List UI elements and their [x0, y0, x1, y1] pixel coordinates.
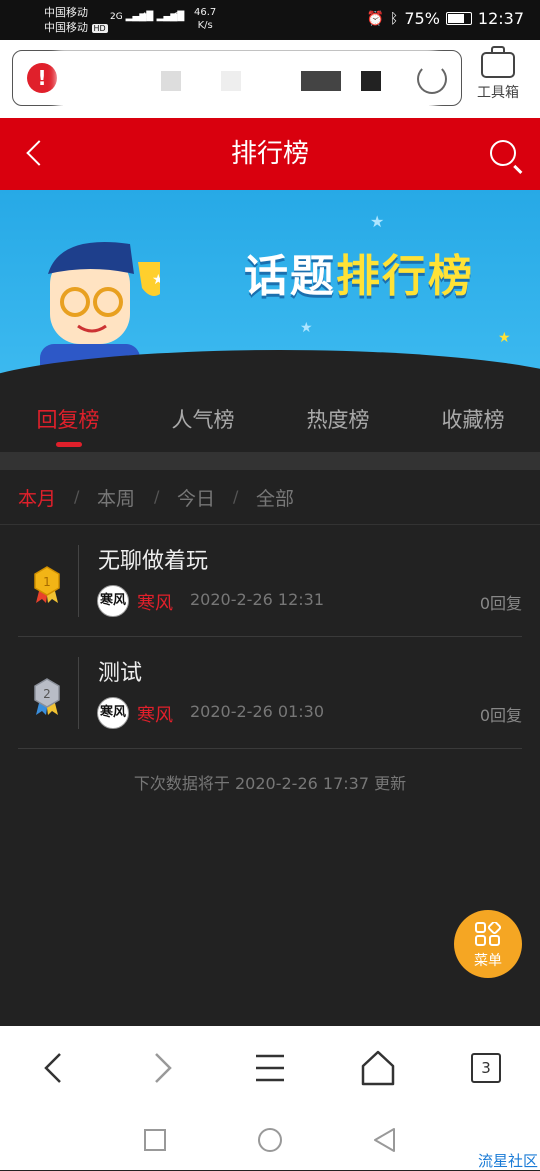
- silver-medal-icon: 2: [34, 678, 60, 715]
- wifi-icon: ◠: [172, 9, 185, 25]
- carrier-2: 中国移动: [44, 21, 88, 34]
- ranking-row[interactable]: 1 无聊做着玩 寒风 寒风 2020-2-26 12:31 0回复: [0, 525, 540, 637]
- filter-today[interactable]: 今日: [177, 484, 215, 511]
- tab-favorites-ranking[interactable]: 收藏榜: [413, 404, 533, 434]
- browser-nav-bar: 3: [0, 1026, 540, 1170]
- menu-label: 菜单: [474, 953, 502, 969]
- medal-rank: 1: [43, 575, 51, 589]
- banner-title: 话题排行榜: [244, 251, 474, 302]
- post-title[interactable]: 测试: [98, 655, 142, 687]
- forward-arrow-icon[interactable]: [138, 1048, 188, 1088]
- tab-popularity-ranking[interactable]: 人气榜: [143, 404, 263, 434]
- mascot-illustration: ★: [40, 242, 160, 374]
- address-bar[interactable]: !: [12, 50, 462, 109]
- bluetooth-icon: ᛒ: [389, 10, 399, 27]
- filter-this-month[interactable]: 本月: [18, 484, 56, 511]
- tab-reply-ranking[interactable]: 回复榜: [8, 404, 128, 434]
- time-filters: 本月 / 本周 / 今日 / 全部: [0, 470, 540, 525]
- post-time: 2020-2-26 12:31: [190, 590, 324, 609]
- filter-all[interactable]: 全部: [256, 484, 294, 511]
- post-time: 2020-2-26 01:30: [190, 702, 324, 721]
- page-title: 排行榜: [230, 139, 309, 169]
- filter-separator: /: [154, 487, 160, 506]
- recent-apps-icon[interactable]: [143, 1128, 167, 1152]
- gold-medal-icon: 1: [34, 566, 60, 603]
- redacted-url: [63, 55, 429, 109]
- filter-this-week[interactable]: 本周: [97, 484, 135, 511]
- watermark: 流星社区: [477, 1152, 538, 1170]
- status-right: ⏰ ᛒ 75% 12:37: [366, 9, 524, 28]
- toolbox-button[interactable]: 工具箱: [468, 46, 528, 102]
- toolbox-label: 工具箱: [477, 85, 519, 101]
- banner: ★ 话题排行榜 ★ ★ ★: [0, 190, 540, 386]
- row-separator: [18, 748, 522, 749]
- filter-separator: /: [233, 487, 239, 506]
- section-divider: [0, 452, 540, 470]
- tab-count-button[interactable]: 3: [471, 1053, 501, 1083]
- battery-percent: 75%: [404, 9, 440, 28]
- row-divider: [78, 545, 79, 617]
- carrier-1: 中国移动: [44, 6, 88, 19]
- tab-hot-ranking[interactable]: 热度榜: [278, 404, 398, 434]
- medal-rank: 2: [43, 687, 51, 701]
- svg-text:★: ★: [152, 272, 160, 288]
- grid-menu-icon: [475, 922, 501, 946]
- carrier-info: 中国移动 中国移动 HD: [44, 5, 108, 36]
- avatar[interactable]: 寒风: [97, 585, 129, 617]
- system-home-icon[interactable]: [257, 1127, 283, 1153]
- post-author[interactable]: 寒风: [137, 701, 173, 727]
- next-update-notice: 下次数据将于 2020-2-26 17:37 更新: [133, 774, 407, 793]
- search-icon[interactable]: [490, 140, 516, 166]
- filter-separator: /: [74, 487, 80, 506]
- back-arrow-icon[interactable]: [30, 1048, 80, 1088]
- reply-count: 0回复: [479, 706, 522, 725]
- battery-icon: [445, 12, 472, 25]
- hd-badge: HD: [91, 24, 108, 33]
- row-divider: [78, 657, 79, 729]
- alarm-icon: ⏰: [366, 10, 384, 27]
- star-decoration-icon: ★: [370, 212, 385, 231]
- star-decoration-icon: ★: [498, 330, 511, 346]
- ranking-row[interactable]: 2 测试 寒风 寒风 2020-2-26 01:30 0回复: [0, 637, 540, 749]
- toolbox-icon: [481, 46, 515, 78]
- post-author[interactable]: 寒风: [137, 589, 173, 615]
- home-icon[interactable]: [353, 1048, 403, 1088]
- star-decoration-icon: ★: [300, 320, 313, 336]
- security-warning-icon[interactable]: !: [27, 63, 57, 93]
- page-header: 排行榜: [0, 118, 540, 190]
- refresh-icon[interactable]: [417, 64, 447, 94]
- network-speed: 46.7 K/s: [194, 7, 217, 31]
- hamburger-menu-icon[interactable]: [245, 1048, 295, 1088]
- menu-button[interactable]: 菜单: [454, 910, 522, 978]
- reply-count: 0回复: [479, 594, 522, 613]
- clock: 12:37: [477, 9, 524, 28]
- ranking-tabs: 回复榜 人气榜 热度榜 收藏榜: [0, 386, 540, 452]
- browser-toolbar: ! 工具箱: [0, 40, 540, 118]
- avatar[interactable]: 寒风: [97, 697, 129, 729]
- system-back-icon[interactable]: [372, 1127, 396, 1153]
- post-title[interactable]: 无聊做着玩: [98, 543, 208, 575]
- status-bar: 中国移动 中国移动 HD 2G ▂▄▆█ 4G ▂▄▆█ ◠ 46.7 K/s …: [0, 0, 540, 40]
- active-tab-indicator: [56, 442, 82, 447]
